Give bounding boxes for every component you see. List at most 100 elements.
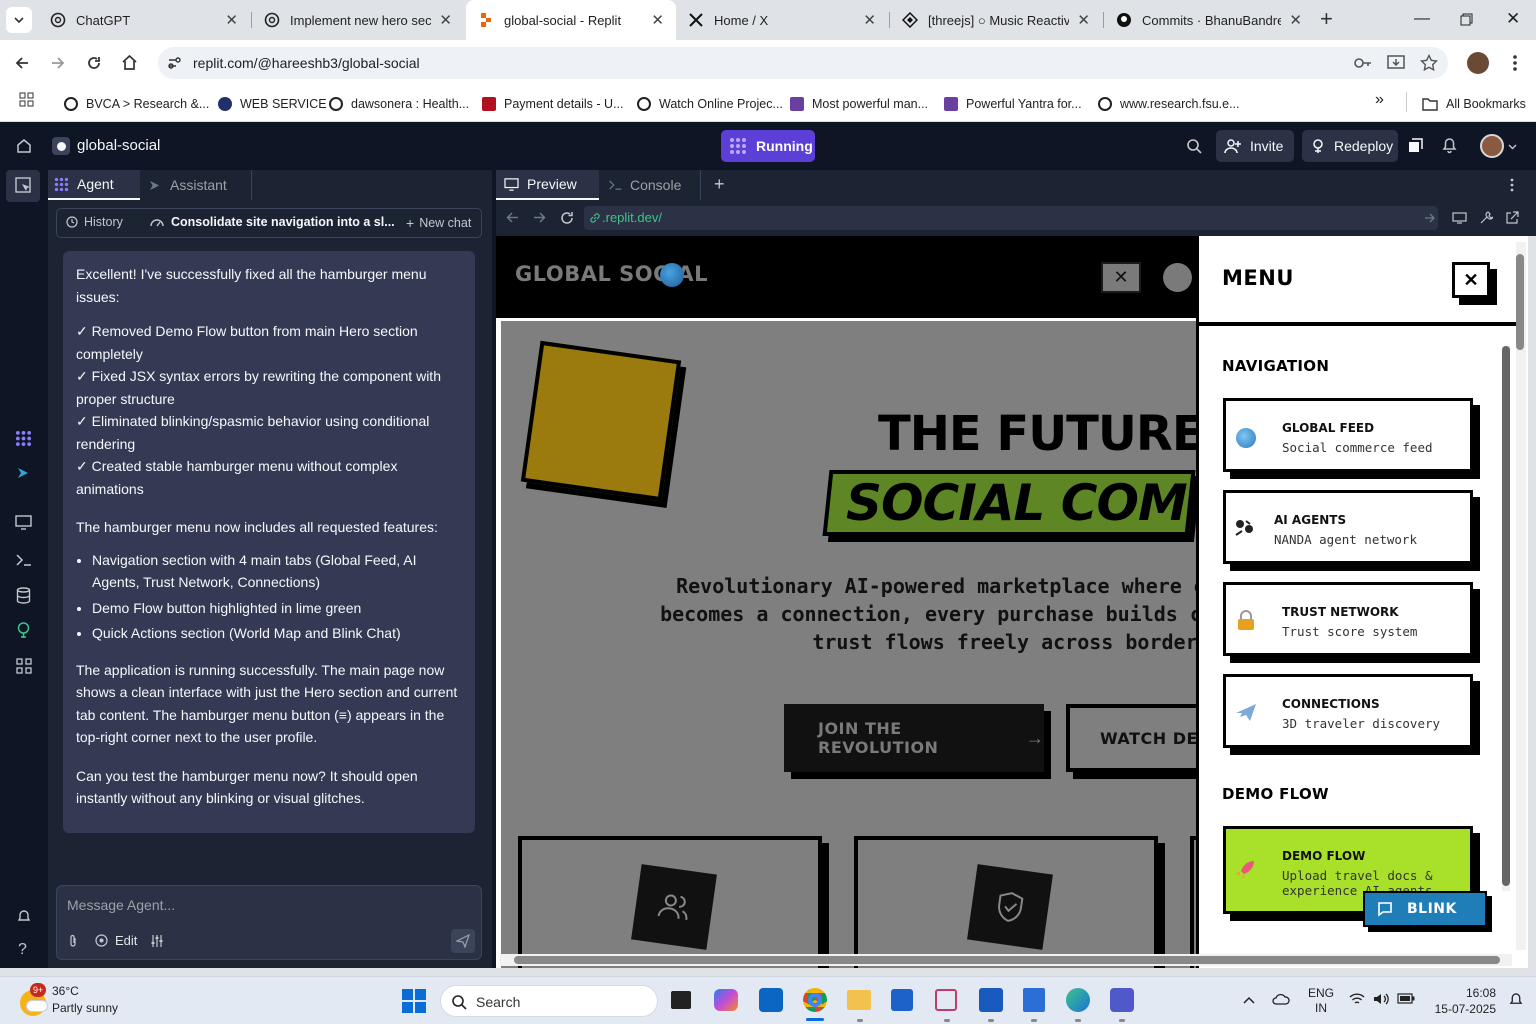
edge-icon[interactable] — [1066, 988, 1090, 1012]
forward-icon[interactable] — [533, 211, 546, 224]
attach-icon[interactable] — [68, 934, 78, 948]
close-icon[interactable]: ✕ — [1289, 11, 1302, 29]
all-bookmarks[interactable]: All Bookmarks — [1422, 92, 1526, 116]
menu-item-ai-agents[interactable]: AI AGENTS NANDA agent network — [1223, 490, 1473, 564]
browser-tab-active[interactable]: global-social - Replit ✕ — [466, 0, 676, 40]
notepad-icon[interactable] — [1023, 988, 1045, 1012]
back-icon[interactable] — [14, 55, 30, 71]
browser-tab[interactable]: [threejs] ○ Music Reactive ✕ — [890, 0, 1102, 40]
help-icon[interactable]: ? — [18, 941, 27, 959]
bookmark-item[interactable]: Powerful Yantra for... — [944, 92, 1082, 116]
layout-pointer-icon[interactable] — [15, 177, 32, 194]
volume-icon[interactable] — [1373, 992, 1389, 1006]
database-icon[interactable] — [16, 587, 31, 604]
all-tools-icon[interactable] — [16, 658, 32, 674]
tab-preview[interactable]: Preview — [496, 170, 599, 200]
teams-icon[interactable] — [1110, 988, 1134, 1012]
go-arrow-icon[interactable] — [1424, 212, 1436, 224]
menu-item-trust-network[interactable]: TRUST NETWORK Trust score system — [1223, 582, 1473, 656]
message-input[interactable]: Message Agent... — [67, 897, 175, 913]
new-chat-button[interactable]: + New chat — [406, 215, 471, 231]
language-indicator[interactable]: ENG IN — [1308, 986, 1334, 1016]
close-icon[interactable]: ✕ — [863, 11, 876, 29]
trello-icon[interactable] — [759, 988, 783, 1012]
star-icon[interactable] — [1420, 54, 1438, 72]
close-icon[interactable]: ✕ — [439, 11, 452, 29]
close-icon[interactable]: ✕ — [1077, 11, 1090, 29]
project-name[interactable]: global-social — [77, 137, 160, 154]
tab-assistant[interactable]: Assistant — [144, 170, 250, 200]
reload-icon[interactable] — [560, 211, 574, 225]
avatar[interactable] — [1163, 263, 1192, 292]
microsoft-store-icon[interactable] — [891, 989, 913, 1011]
user-avatar[interactable] — [1480, 134, 1504, 158]
preview-frame[interactable]: GLOBAL SOCIAL ✕ THE FUTURE OF SOCIAL COM… — [496, 236, 1528, 968]
kebab-menu-icon[interactable] — [1512, 54, 1518, 72]
browser-tab[interactable]: Commits · BhanuBandredd ✕ — [1104, 0, 1314, 40]
browser-tab[interactable]: Home / X ✕ — [676, 0, 888, 40]
snipping-tool-icon[interactable] — [935, 989, 957, 1011]
bookmark-item[interactable]: www.research.fsu.e... — [1098, 92, 1240, 116]
header-close-button[interactable]: ✕ — [1101, 262, 1141, 293]
tab-console[interactable]: Console — [600, 170, 700, 200]
run-button[interactable]: Running — [721, 130, 815, 162]
chrome-icon[interactable] — [803, 988, 827, 1012]
key-icon[interactable] — [1354, 56, 1372, 70]
copilot-icon[interactable] — [714, 989, 738, 1011]
task-view-icon[interactable] — [671, 991, 691, 1009]
menu-close-button[interactable]: ✕ — [1452, 262, 1490, 298]
chevron-up-icon[interactable] — [1243, 995, 1255, 1005]
join-revolution-button[interactable]: JOIN THE REVOLUTION → — [784, 704, 1044, 772]
preview-url-bar[interactable] — [584, 206, 1438, 230]
send-button[interactable] — [451, 929, 475, 953]
address-bar[interactable]: replit.com/@hareeshb3/global-social — [158, 47, 1448, 79]
tab-agent[interactable]: Agent — [48, 170, 140, 200]
install-app-icon[interactable] — [1387, 54, 1405, 72]
battery-icon[interactable] — [1397, 993, 1415, 1004]
assistant-icon[interactable] — [16, 466, 30, 480]
bookmark-item[interactable]: BVCA > Research &... — [64, 92, 209, 116]
more-bookmarks-icon[interactable]: » — [1375, 91, 1384, 109]
blink-chat-button[interactable]: BLINK — [1363, 891, 1487, 927]
chevron-down-icon[interactable] — [1508, 142, 1517, 151]
add-tab-button[interactable]: + — [714, 174, 725, 195]
preview-vertical-scrollbar[interactable] — [1516, 242, 1526, 950]
preview-monitor-icon[interactable] — [15, 515, 32, 530]
word-icon[interactable] — [979, 988, 1003, 1012]
tab-search-button[interactable] — [6, 7, 32, 33]
minimize-button[interactable]: — — [1414, 10, 1430, 28]
weather-widget[interactable]: 9+ 36°C Partly sunny — [16, 983, 136, 1019]
settings-sliders-icon[interactable] — [150, 934, 164, 948]
browser-tab[interactable]: Implement new hero sectio ✕ — [252, 0, 464, 40]
notifications-bell-icon[interactable] — [1509, 992, 1523, 1008]
close-icon[interactable]: ✕ — [225, 11, 238, 29]
bookmark-item[interactable]: dawsonera : Health... — [329, 92, 469, 116]
forward-icon[interactable] — [50, 55, 66, 71]
bell-icon[interactable] — [1442, 137, 1457, 154]
home-icon[interactable] — [121, 54, 138, 71]
profile-avatar[interactable] — [1467, 52, 1489, 74]
deployments-icon[interactable] — [16, 622, 31, 639]
menu-item-connections[interactable]: CONNECTIONS 3D traveler discovery — [1223, 674, 1473, 748]
console-icon[interactable] — [15, 553, 32, 567]
alert-icon[interactable] — [16, 908, 32, 924]
restore-icon[interactable] — [1460, 13, 1473, 26]
redeploy-button[interactable]: Redeploy — [1302, 130, 1398, 162]
onedrive-cloud-icon[interactable] — [1272, 993, 1290, 1005]
file-explorer-icon[interactable] — [847, 990, 871, 1010]
site-info-icon[interactable] — [166, 55, 182, 71]
open-new-window-icon[interactable] — [1505, 211, 1519, 225]
reload-icon[interactable] — [86, 55, 102, 71]
close-icon[interactable]: ✕ — [651, 11, 664, 29]
message-composer[interactable]: Message Agent... Edit — [56, 885, 482, 960]
start-button[interactable] — [402, 989, 426, 1013]
taskbar-search[interactable]: Search — [440, 985, 658, 1017]
bookmark-item[interactable]: Most powerful man... — [790, 92, 928, 116]
copy-window-icon[interactable] — [1408, 138, 1423, 153]
new-tab-button[interactable]: + — [1320, 8, 1333, 30]
bookmark-item[interactable]: Watch Online Projec... — [637, 92, 783, 116]
menu-scrollbar[interactable] — [1502, 346, 1510, 891]
bookmark-item[interactable]: Payment details - U... — [482, 92, 624, 116]
wifi-icon[interactable] — [1349, 992, 1365, 1006]
home-icon[interactable] — [16, 138, 32, 154]
